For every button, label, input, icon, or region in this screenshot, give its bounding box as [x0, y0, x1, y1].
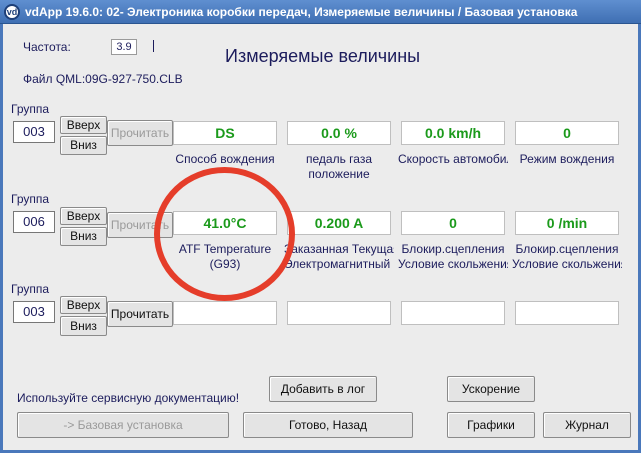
journal-button[interactable]: Журнал — [543, 412, 631, 438]
basic-setting-button[interactable]: -> Базовая установка — [17, 412, 229, 438]
service-doc-notice: Используйте сервисную документацию! — [17, 391, 240, 405]
measured-value-field: 0.0 % — [287, 121, 391, 145]
group-up-button[interactable]: Вверх — [60, 296, 107, 314]
app-logo-icon: vd — [4, 3, 20, 20]
page-title: Измеряемые величины — [225, 46, 421, 66]
value-description: Блокир.сцепления Условие скольжения — [398, 242, 508, 271]
group-up-button[interactable]: Вверх — [60, 207, 107, 225]
value-description: Заказанная ТекущаяЭлектромагнитный клапа… — [284, 242, 394, 271]
read-button[interactable]: Прочитать — [107, 301, 173, 327]
group-number-field[interactable]: 003 — [13, 301, 55, 323]
read-button[interactable]: Прочитать — [107, 120, 173, 146]
measured-value-field: 41.0°C — [173, 211, 277, 235]
measured-value-field: DS — [173, 121, 277, 145]
measured-value-field: 0 — [401, 211, 505, 235]
group-label: Группа — [11, 192, 50, 206]
acceleration-button[interactable]: Ускорение — [447, 376, 535, 402]
value-description: Способ вождения — [175, 152, 275, 166]
measured-value-field: 0 /min — [515, 211, 619, 235]
group-label: Группа — [11, 102, 50, 116]
add-to-log-button[interactable]: Добавить в лог — [269, 376, 377, 402]
measured-value-field — [287, 301, 391, 325]
measured-value-field — [515, 301, 619, 325]
measured-value-field: 0 — [515, 121, 619, 145]
window-title: vdApp 19.6.0: 02- Электроника коробки пе… — [25, 4, 578, 19]
measured-value-field — [173, 301, 277, 325]
read-button[interactable]: Прочитать — [107, 212, 173, 238]
value-description: ATF Temperature (G93) — [178, 242, 272, 271]
frequency-value: 3.9 — [111, 39, 137, 55]
file-label: Файл QML:09G-927-750.CLB — [23, 72, 183, 86]
value-description: Режим вождения — [519, 152, 615, 166]
group-down-button[interactable]: Вниз — [60, 316, 107, 336]
main-panel: Частота: 3.9 Измеряемые величины Файл QM… — [0, 24, 641, 453]
measured-value-field: 0.0 km/h — [401, 121, 505, 145]
done-back-button[interactable]: Готово, Назад — [243, 412, 413, 438]
value-description: Блокир.сцепления Условие скольжения — [512, 242, 622, 271]
frequency-indicator — [153, 40, 154, 52]
graphs-button[interactable]: Графики — [447, 412, 535, 438]
measured-value-field: 0.200 A — [287, 211, 391, 235]
group-up-button[interactable]: Вверх — [60, 116, 107, 134]
value-description: педаль газа положение — [306, 152, 372, 181]
group-number-field[interactable]: 006 — [13, 211, 55, 233]
value-description: Скорость автомобиля — [398, 152, 508, 166]
group-number-field[interactable]: 003 — [13, 121, 55, 143]
group-down-button[interactable]: Вниз — [60, 136, 107, 155]
frequency-label: Частота: — [23, 40, 71, 54]
measured-value-field — [401, 301, 505, 325]
group-label: Группа — [11, 282, 50, 296]
title-bar: vd vdApp 19.6.0: 02- Электроника коробки… — [0, 0, 641, 24]
group-down-button[interactable]: Вниз — [60, 227, 107, 246]
